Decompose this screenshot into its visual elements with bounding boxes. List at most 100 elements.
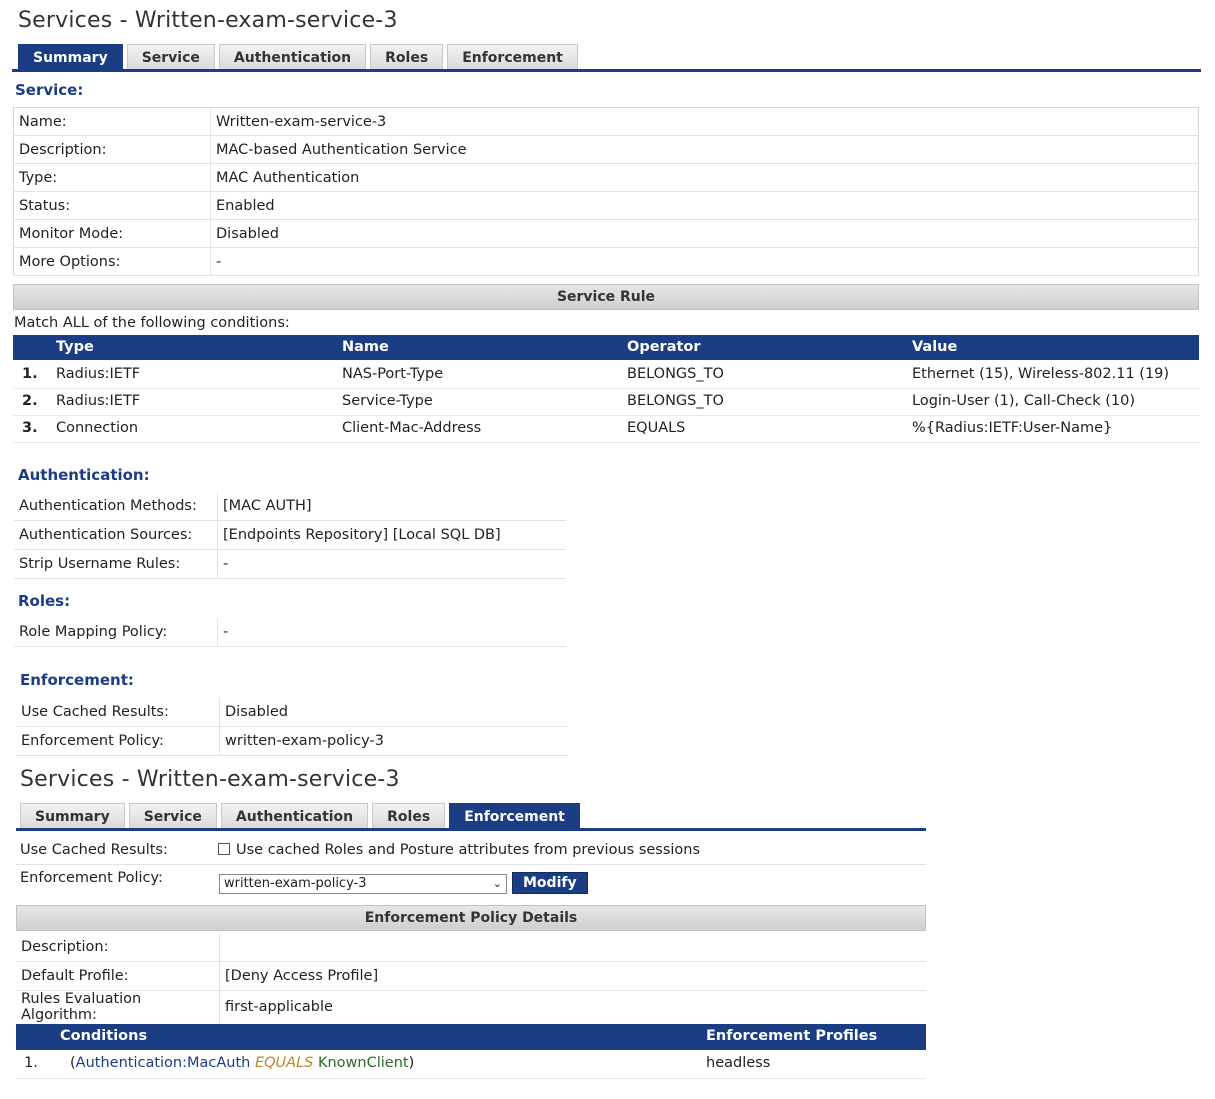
field-value: - <box>210 247 1199 276</box>
use-cached-checkbox[interactable] <box>218 843 230 855</box>
field-value: Enabled <box>210 191 1199 220</box>
use-cached-label: Use Cached Results: <box>20 842 168 858</box>
enforcement-page-title: Services - Written-exam-service-3 <box>20 767 400 792</box>
condition-value: KnownClient <box>317 1055 409 1071</box>
tab-authentication[interactable]: Authentication <box>220 803 369 829</box>
service-rule-bar: Service Rule <box>13 284 1199 310</box>
tab-summary[interactable]: Summary <box>18 44 123 70</box>
enforcement-profile: headless <box>706 1055 771 1071</box>
auth-row-methods: Authentication Methods: [MAC AUTH] <box>14 492 566 521</box>
service-row-description: Description: MAC-based Authentication Se… <box>13 135 1199 164</box>
rule-type: Radius:IETF <box>56 366 141 382</box>
service-row-monitor-mode: Monitor Mode: Disabled <box>13 219 1199 248</box>
field-label: Rules Evaluation Algorithm: <box>16 990 220 1023</box>
tab-service[interactable]: Service <box>126 44 215 70</box>
field-value: [MAC AUTH] <box>217 492 566 521</box>
roles-row-mapping-policy: Role Mapping Policy: - <box>14 618 566 647</box>
field-label: Use Cached Results: <box>16 698 220 727</box>
enforcement-tab-bar: Summary Service Authentication Roles Enf… <box>20 803 580 829</box>
field-value: first-applicable <box>225 999 333 1015</box>
policy-details-bar: Enforcement Policy Details <box>16 905 926 931</box>
enforcement-policy-label: Enforcement Policy: <box>20 870 163 886</box>
table-row: 3. Connection Client-Mac-Address EQUALS … <box>13 415 1199 443</box>
tab-service[interactable]: Service <box>128 803 217 829</box>
column-header-enforcement-profiles: Enforcement Profiles <box>706 1028 878 1044</box>
field-label: Strip Username Rules: <box>14 549 218 579</box>
rule-value: Login-User (1), Call-Check (10) <box>912 393 1136 409</box>
field-label: Authentication Sources: <box>14 520 218 550</box>
tab-underline <box>12 69 1201 72</box>
rule-name: NAS-Port-Type <box>342 366 444 382</box>
service-row-type: Type: MAC Authentication <box>13 163 1199 192</box>
service-row-more-options: More Options: - <box>13 247 1199 276</box>
modify-button[interactable]: Modify <box>512 872 588 894</box>
column-header-conditions: Conditions <box>60 1028 148 1044</box>
rules-header: Conditions Enforcement Profiles <box>16 1024 926 1050</box>
summary-tab-bar: Summary Service Authentication Roles Enf… <box>18 44 578 70</box>
details-row-algorithm: Rules Evaluation Algorithm: first-applic… <box>16 990 926 1023</box>
field-value: Written-exam-service-3 <box>210 107 1199 136</box>
row-number: 3. <box>22 420 38 436</box>
field-value: written-exam-policy-3 <box>219 726 568 756</box>
details-row-default-profile: Default Profile: [Deny Access Profile] <box>16 961 926 991</box>
tab-enforcement[interactable]: Enforcement <box>449 803 580 829</box>
service-section-heading: Service: <box>15 81 84 99</box>
field-label: Role Mapping Policy: <box>14 618 218 647</box>
rule-operator: EQUALS <box>627 420 686 436</box>
column-header-value: Value <box>912 339 958 355</box>
tab-summary[interactable]: Summary <box>20 803 125 829</box>
field-label: Type: <box>13 163 211 192</box>
match-conditions-text: Match ALL of the following conditions: <box>14 315 290 331</box>
service-details-table: Name: Written-exam-service-3 Description… <box>13 107 1199 276</box>
condition-expression: (Authentication:MacAuth EQUALS KnownClie… <box>70 1055 414 1071</box>
paren-close: ) <box>408 1055 415 1071</box>
field-label: More Options: <box>13 247 211 276</box>
auth-row-strip-username: Strip Username Rules: - <box>14 549 566 579</box>
field-label: Name: <box>13 107 211 136</box>
row-number: 2. <box>22 393 38 409</box>
field-value: MAC-based Authentication Service <box>210 135 1199 164</box>
chevron-down-icon: ⌄ <box>492 877 502 890</box>
enforcement-policy-select[interactable]: written-exam-policy-3 ⌄ <box>219 874 507 894</box>
roles-section-heading: Roles: <box>18 592 71 610</box>
enforcement-details-table: Use Cached Results: Disabled Enforcement… <box>16 698 568 756</box>
authentication-section-heading: Authentication: <box>18 466 150 484</box>
rule-name: Service-Type <box>342 393 433 409</box>
rule-name: Client-Mac-Address <box>342 420 482 436</box>
field-value: MAC Authentication <box>210 163 1199 192</box>
selected-value: written-exam-policy-3 <box>224 876 367 891</box>
field-value <box>219 933 926 962</box>
enforcement-row-policy: Enforcement Policy: written-exam-policy-… <box>16 726 568 756</box>
field-label: Default Profile: <box>16 961 220 991</box>
rule-operator: BELONGS_TO <box>627 393 724 409</box>
field-label: Description: <box>16 933 220 962</box>
rule-operator: BELONGS_TO <box>627 366 724 382</box>
condition-operator: EQUALS <box>254 1055 314 1071</box>
field-label: Monitor Mode: <box>13 219 211 248</box>
field-label: Authentication Methods: <box>14 492 218 521</box>
field-label: Enforcement Policy: <box>16 726 220 756</box>
tab-roles[interactable]: Roles <box>370 44 444 70</box>
tab-roles[interactable]: Roles <box>372 803 446 829</box>
tab-enforcement[interactable]: Enforcement <box>447 44 578 70</box>
field-value: Disabled <box>219 698 568 727</box>
service-row-name: Name: Written-exam-service-3 <box>13 107 1199 136</box>
table-row: 1. (Authentication:MacAuth EQUALS KnownC… <box>16 1050 926 1079</box>
page-title: Services - Written-exam-service-3 <box>18 8 398 33</box>
service-row-status: Status: Enabled <box>13 191 1199 220</box>
field-value: [Endpoints Repository] [Local SQL DB] <box>217 520 566 550</box>
column-header-operator: Operator <box>627 339 701 355</box>
roles-details-table: Role Mapping Policy: - <box>14 618 566 647</box>
use-cached-checkbox-text: Use cached Roles and Posture attributes … <box>236 842 701 858</box>
field-label: Description: <box>13 135 211 164</box>
enforcement-section-heading: Enforcement: <box>20 671 134 689</box>
tab-authentication[interactable]: Authentication <box>218 44 367 70</box>
table-row: 1. Radius:IETF NAS-Port-Type BELONGS_TO … <box>13 361 1199 389</box>
auth-row-sources: Authentication Sources: [Endpoints Repos… <box>14 520 566 550</box>
tab-underline <box>16 828 926 831</box>
field-value: Disabled <box>210 219 1199 248</box>
column-header-type: Type <box>56 339 94 355</box>
field-value: - <box>217 549 566 579</box>
rule-type: Connection <box>56 420 139 436</box>
field-value: [Deny Access Profile] <box>219 961 926 991</box>
